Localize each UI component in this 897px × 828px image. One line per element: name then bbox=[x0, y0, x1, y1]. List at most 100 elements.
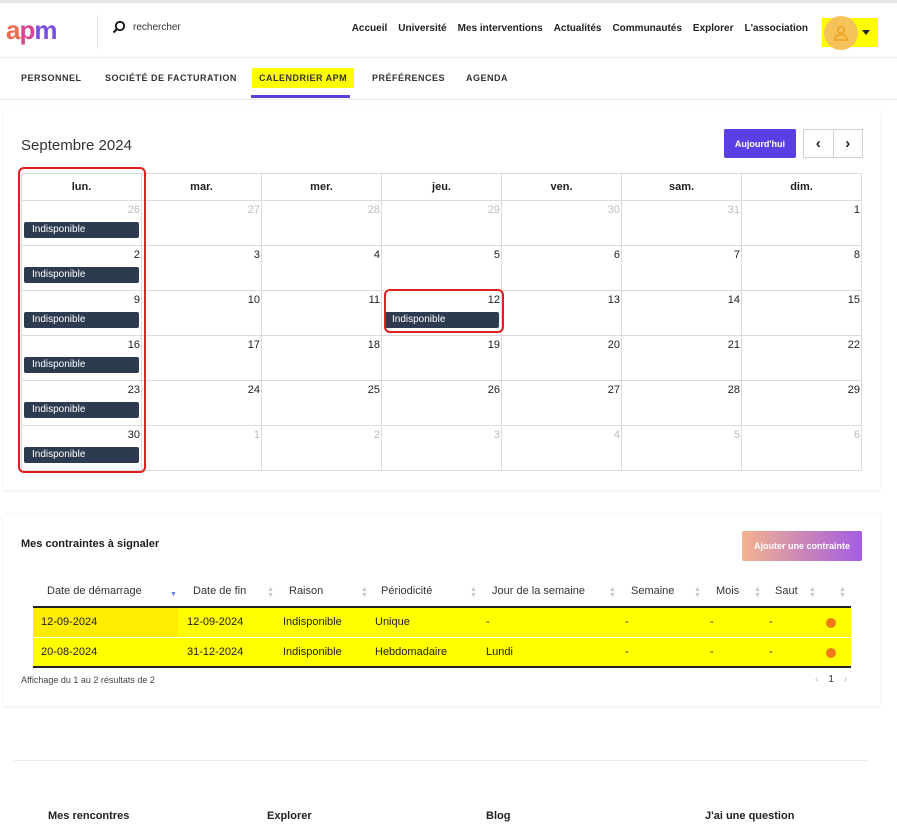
day-cell[interactable]: 4 bbox=[501, 425, 622, 471]
day-cell[interactable]: 17 bbox=[141, 335, 262, 381]
sort-icon[interactable]: ▲ ▼ bbox=[754, 586, 761, 599]
sort-icon[interactable]: ▲ ▼ bbox=[361, 586, 368, 599]
day-cell[interactable]: 27 bbox=[501, 380, 622, 426]
day-cell[interactable]: 30 bbox=[501, 200, 622, 246]
day-cell[interactable]: 20 bbox=[501, 335, 622, 381]
col-jour-semaine[interactable]: Jour de la semaine bbox=[492, 585, 585, 597]
day-cell[interactable]: 29 bbox=[381, 200, 502, 246]
nav-explorer[interactable]: Explorer bbox=[693, 23, 734, 34]
status-dot[interactable] bbox=[826, 618, 836, 628]
day-cell[interactable]: 1 bbox=[141, 425, 262, 471]
day-cell[interactable]: 4 bbox=[261, 245, 382, 291]
day-cell[interactable]: 31 bbox=[621, 200, 742, 246]
day-number: 14 bbox=[727, 294, 740, 306]
day-cell[interactable]: 19 bbox=[381, 335, 502, 381]
day-cell[interactable]: 21 bbox=[621, 335, 742, 381]
cell-semaine: - bbox=[625, 616, 629, 628]
day-number: 3 bbox=[493, 429, 500, 441]
tab-calendrier-apm[interactable]: CALENDRIER APM bbox=[252, 68, 355, 88]
chevron-down-icon[interactable] bbox=[862, 30, 870, 35]
chevron-left-icon[interactable]: ‹ bbox=[815, 674, 818, 685]
nav-accueil[interactable]: Accueil bbox=[352, 23, 388, 34]
day-cell[interactable]: 7 bbox=[621, 245, 742, 291]
table-row[interactable]: 12-09-2024 12-09-2024 Indisponible Uniqu… bbox=[33, 608, 851, 637]
col-raison[interactable]: Raison bbox=[289, 585, 323, 597]
day-cell[interactable]: 13 bbox=[501, 290, 622, 336]
day-cell[interactable]: 26 bbox=[381, 380, 502, 426]
day-number: 25 bbox=[367, 384, 380, 396]
apm-logo[interactable]: apm bbox=[6, 15, 57, 46]
day-cell[interactable]: 1 bbox=[741, 200, 862, 246]
nav-mes-interventions[interactable]: Mes interventions bbox=[458, 23, 543, 34]
day-cell[interactable]: 25 bbox=[261, 380, 382, 426]
day-cell[interactable]: 22 bbox=[741, 335, 862, 381]
sort-icon[interactable]: ▲ ▼ bbox=[839, 586, 846, 599]
day-number: 24 bbox=[247, 384, 260, 396]
nav-actualites[interactable]: Actualités bbox=[554, 23, 602, 34]
sort-icon[interactable]: ▲ ▼ bbox=[267, 586, 274, 599]
day-cell[interactable]: 3 bbox=[381, 425, 502, 471]
col-semaine[interactable]: Semaine bbox=[631, 585, 674, 597]
page-number[interactable]: 1 bbox=[828, 674, 834, 685]
add-constraint-button[interactable]: Ajouter une contrainte bbox=[742, 531, 862, 561]
day-cell[interactable]: 3 bbox=[141, 245, 262, 291]
day-cell[interactable]: 10 bbox=[141, 290, 262, 336]
highlight-box-monday bbox=[18, 167, 146, 473]
day-cell[interactable]: 24 bbox=[141, 380, 262, 426]
nav-universite[interactable]: Université bbox=[398, 23, 446, 34]
day-number: 6 bbox=[613, 249, 620, 261]
nav-communautes[interactable]: Communautés bbox=[612, 23, 681, 34]
col-date-fin[interactable]: Date de fin bbox=[193, 585, 246, 597]
tab-personnel[interactable]: PERSONNEL bbox=[21, 73, 82, 83]
day-cell[interactable]: 14 bbox=[621, 290, 742, 336]
status-dot[interactable] bbox=[826, 648, 836, 658]
sort-icon[interactable]: ▲ ▼ bbox=[470, 586, 477, 599]
sort-desc-icon[interactable]: ▼ bbox=[170, 591, 177, 598]
day-cell[interactable]: 18 bbox=[261, 335, 382, 381]
header-divider bbox=[97, 15, 98, 49]
footer-question[interactable]: J'ai une question bbox=[705, 810, 794, 822]
day-number: 10 bbox=[247, 294, 260, 306]
day-number: 15 bbox=[847, 294, 860, 306]
col-mois[interactable]: Mois bbox=[716, 585, 739, 597]
footer-explorer[interactable]: Explorer bbox=[267, 810, 312, 822]
tab-societe-facturation[interactable]: SOCIÉTÉ DE FACTURATION bbox=[105, 73, 237, 83]
day-cell[interactable]: 6 bbox=[741, 425, 862, 471]
footer-blog[interactable]: Blog bbox=[486, 810, 510, 822]
col-periodicite[interactable]: Périodicité bbox=[381, 585, 432, 597]
avatar[interactable] bbox=[824, 16, 858, 50]
day-number: 22 bbox=[847, 339, 860, 351]
chevron-right-icon[interactable]: › bbox=[844, 674, 847, 685]
chevron-right-icon[interactable]: › bbox=[834, 130, 863, 157]
day-cell[interactable]: 28 bbox=[621, 380, 742, 426]
day-number: 30 bbox=[607, 204, 620, 216]
day-cell[interactable]: 5 bbox=[621, 425, 742, 471]
sort-icon[interactable]: ▲ ▼ bbox=[609, 586, 616, 599]
day-number: 6 bbox=[853, 429, 860, 441]
tab-preferences[interactable]: PRÉFÉRENCES bbox=[372, 73, 445, 83]
col-date-demarrage[interactable]: Date de démarrage bbox=[47, 585, 142, 597]
day-number: 27 bbox=[247, 204, 260, 216]
day-cell[interactable]: 11 bbox=[261, 290, 382, 336]
nav-association[interactable]: L'association bbox=[744, 23, 808, 34]
search-input[interactable]: rechercher bbox=[133, 22, 181, 33]
day-cell[interactable]: 27 bbox=[141, 200, 262, 246]
search-box[interactable]: rechercher bbox=[112, 20, 181, 34]
today-button[interactable]: Aujourd'hui bbox=[724, 129, 796, 158]
sort-icon[interactable]: ▲ ▼ bbox=[809, 586, 816, 599]
day-cell[interactable]: 5 bbox=[381, 245, 502, 291]
day-cell[interactable]: 6 bbox=[501, 245, 622, 291]
day-cell[interactable]: 2 bbox=[261, 425, 382, 471]
col-saut[interactable]: Saut bbox=[775, 585, 798, 597]
day-cell[interactable]: 8 bbox=[741, 245, 862, 291]
user-menu[interactable] bbox=[822, 16, 878, 50]
table-row[interactable]: 20-08-2024 31-12-2024 Indisponible Hebdo… bbox=[33, 638, 851, 668]
day-cell[interactable]: 15 bbox=[741, 290, 862, 336]
cell-raison: Indisponible bbox=[283, 616, 342, 628]
sort-icon[interactable]: ▲ ▼ bbox=[694, 586, 701, 599]
footer-mes-rencontres[interactable]: Mes rencontres bbox=[48, 810, 129, 822]
day-cell[interactable]: 29 bbox=[741, 380, 862, 426]
day-cell[interactable]: 28 bbox=[261, 200, 382, 246]
chevron-left-icon[interactable]: ‹ bbox=[804, 130, 834, 157]
tab-agenda[interactable]: AGENDA bbox=[466, 73, 508, 83]
